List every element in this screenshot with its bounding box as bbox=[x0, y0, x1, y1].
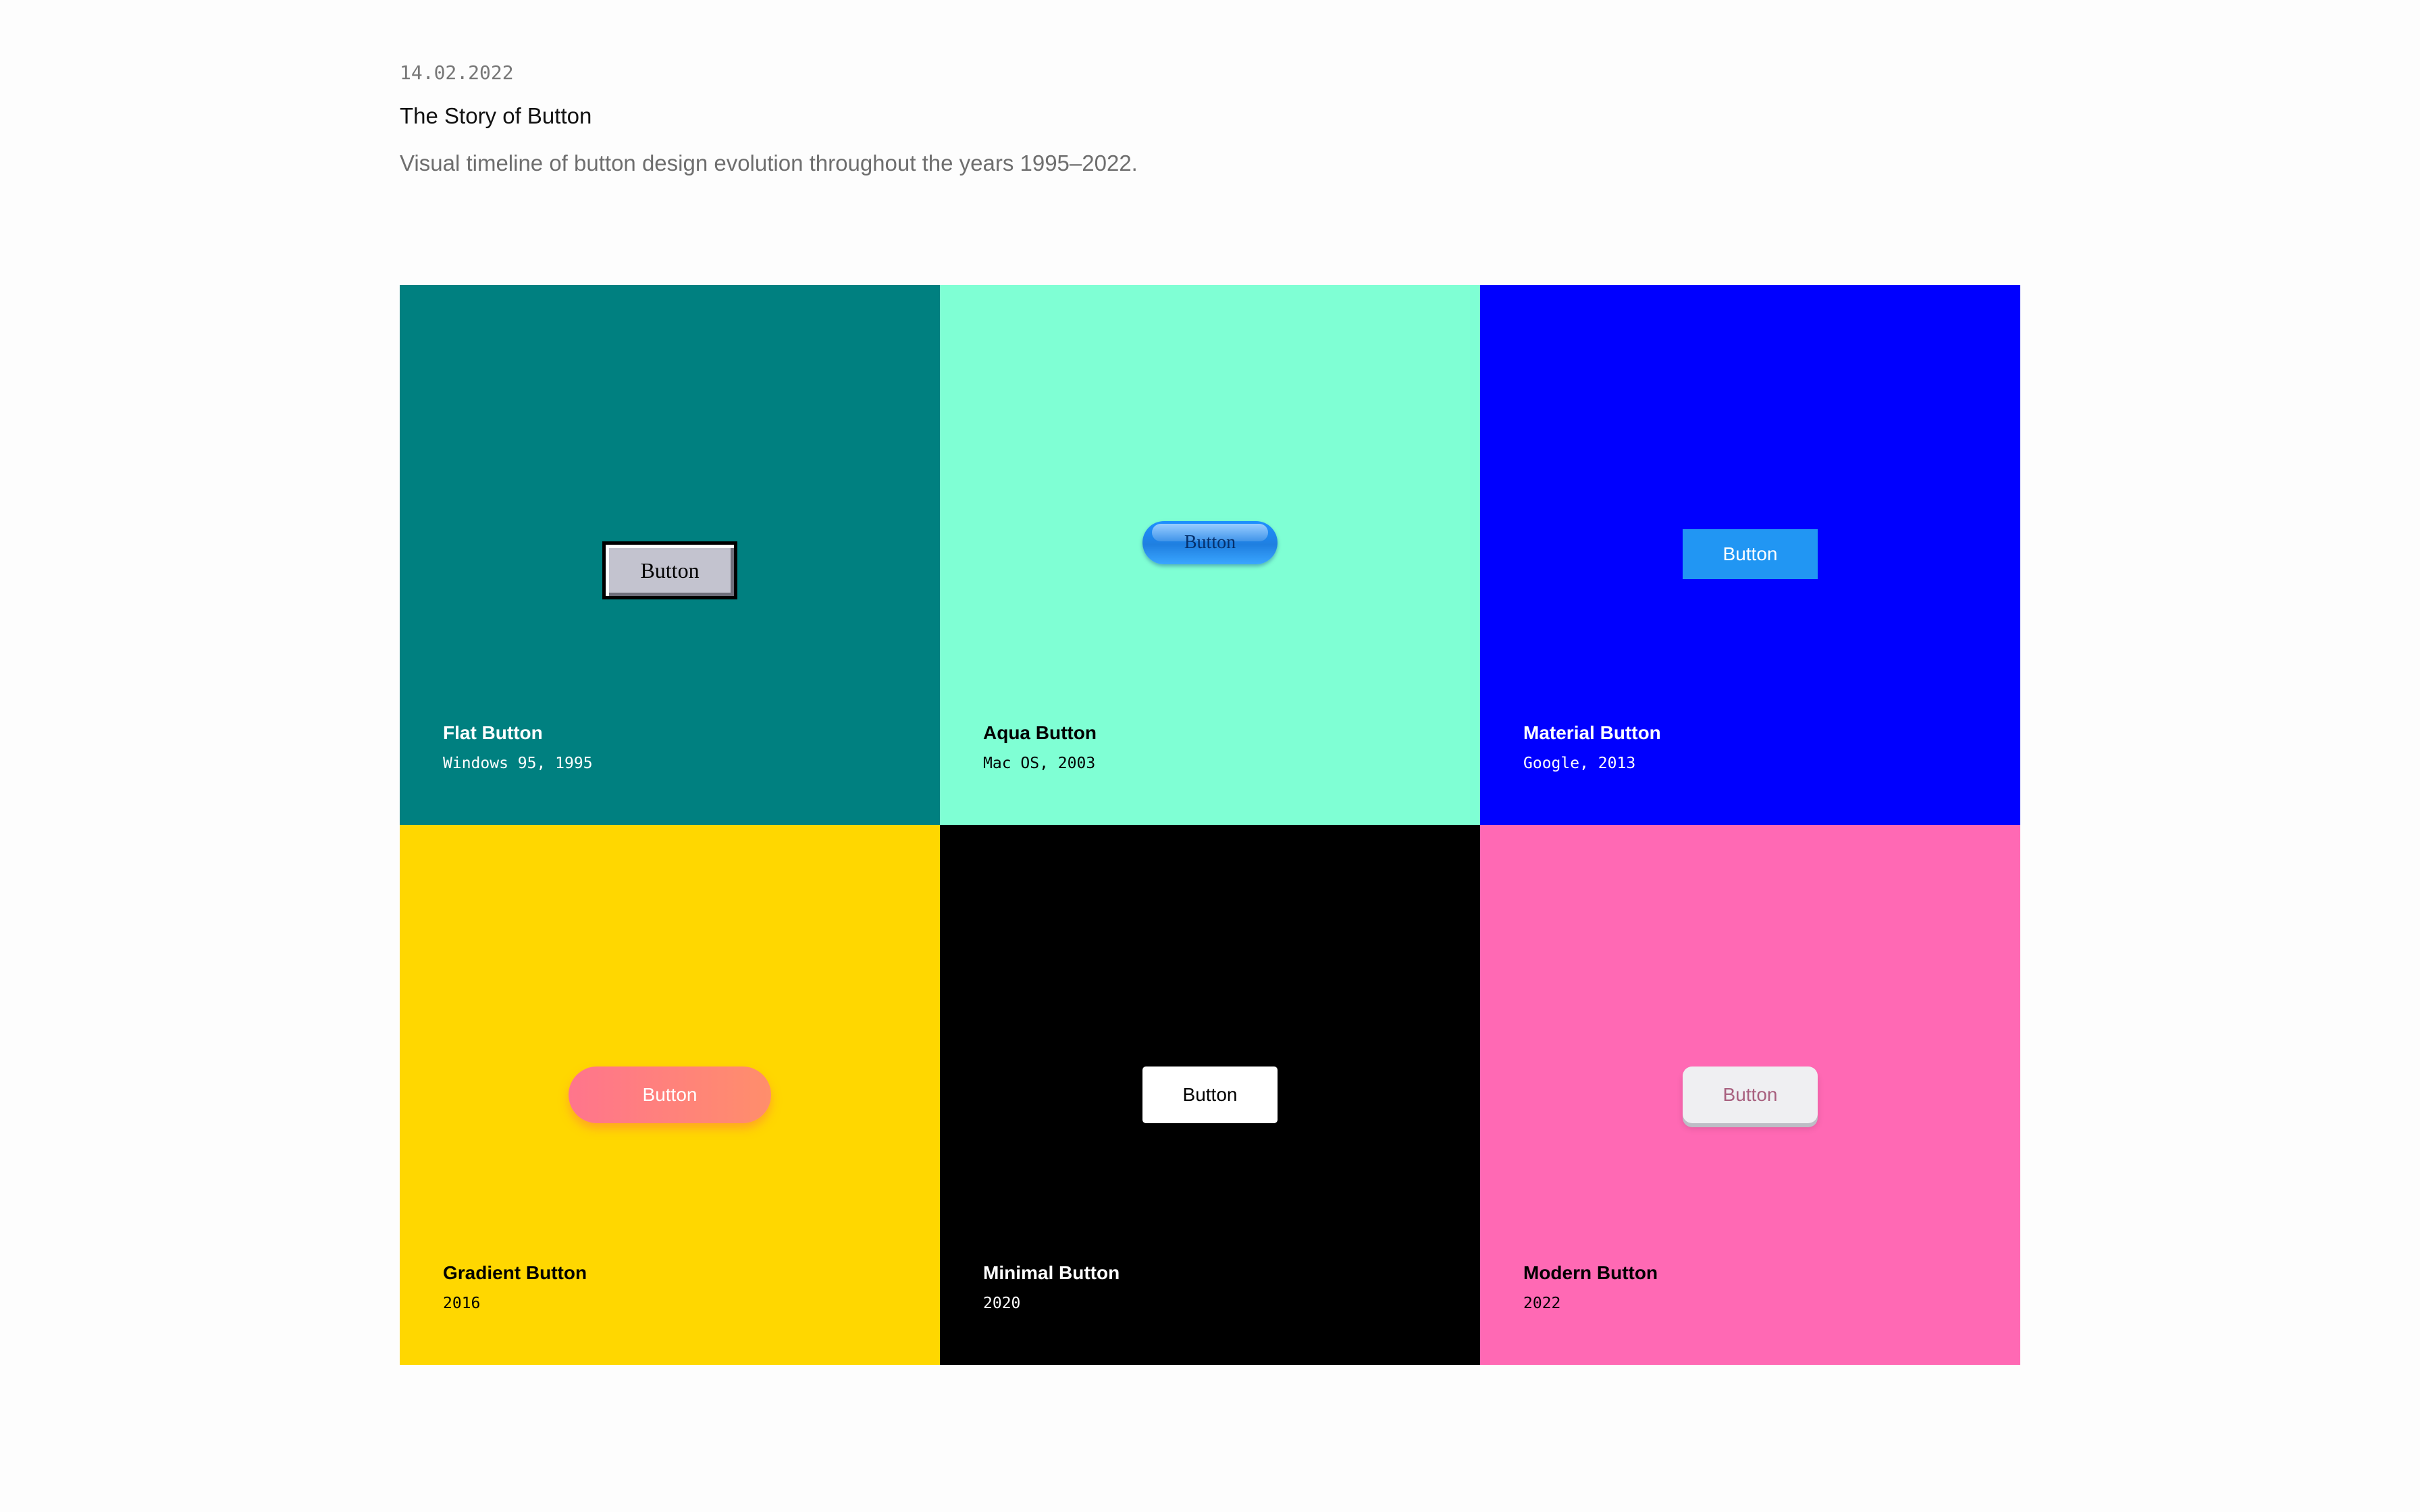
card-meta: 2020 bbox=[983, 1295, 1021, 1312]
card-caption: Minimal Button 2020 bbox=[983, 1260, 1120, 1315]
card-aqua-button: Button Aqua Button Mac OS, 2003 bbox=[940, 285, 1480, 825]
card-flat-button: Button Flat Button Windows 95, 1995 bbox=[400, 285, 940, 825]
card-minimal-button: Button Minimal Button 2020 bbox=[940, 825, 1480, 1365]
gradient-demo-button[interactable]: Button bbox=[569, 1066, 771, 1123]
page-subtitle: Visual timeline of button design evoluti… bbox=[400, 151, 1138, 176]
card-title: Aqua Button bbox=[983, 722, 1097, 743]
card-title: Flat Button bbox=[443, 722, 543, 743]
page-title: The Story of Button bbox=[400, 103, 592, 128]
card-title: Modern Button bbox=[1523, 1262, 1658, 1283]
card-title: Minimal Button bbox=[983, 1262, 1120, 1283]
card-modern-button: Button Modern Button 2022 bbox=[1480, 825, 2020, 1365]
card-gradient-button: Button Gradient Button 2016 bbox=[400, 825, 940, 1365]
flat-demo-button[interactable]: Button bbox=[602, 541, 737, 599]
card-material-button: Button Material Button Google, 2013 bbox=[1480, 285, 2020, 825]
card-meta: 2022 bbox=[1523, 1295, 1561, 1312]
card-caption: Flat Button Windows 95, 1995 bbox=[443, 720, 593, 775]
aqua-button-label: Button bbox=[1184, 532, 1236, 553]
button-gallery-grid: Button Flat Button Windows 95, 1995 Butt… bbox=[400, 285, 2020, 1365]
card-meta: 2016 bbox=[443, 1295, 481, 1312]
card-meta: Google, 2013 bbox=[1523, 755, 1636, 772]
card-caption: Gradient Button 2016 bbox=[443, 1260, 587, 1315]
card-title: Gradient Button bbox=[443, 1262, 587, 1283]
card-meta: Mac OS, 2003 bbox=[983, 755, 1096, 772]
aqua-demo-button[interactable]: Button bbox=[1142, 521, 1278, 564]
card-title: Material Button bbox=[1523, 722, 1661, 743]
card-caption: Aqua Button Mac OS, 2003 bbox=[983, 720, 1097, 775]
material-demo-button[interactable]: Button bbox=[1683, 529, 1818, 579]
minimal-demo-button[interactable]: Button bbox=[1142, 1066, 1278, 1123]
card-caption: Material Button Google, 2013 bbox=[1523, 720, 1661, 775]
modern-demo-button[interactable]: Button bbox=[1683, 1066, 1818, 1123]
article-header: 14.02.2022 The Story of Button Visual ti… bbox=[400, 59, 1615, 178]
card-caption: Modern Button 2022 bbox=[1523, 1260, 1658, 1315]
card-meta: Windows 95, 1995 bbox=[443, 755, 593, 772]
publish-date: 14.02.2022 bbox=[400, 61, 514, 84]
